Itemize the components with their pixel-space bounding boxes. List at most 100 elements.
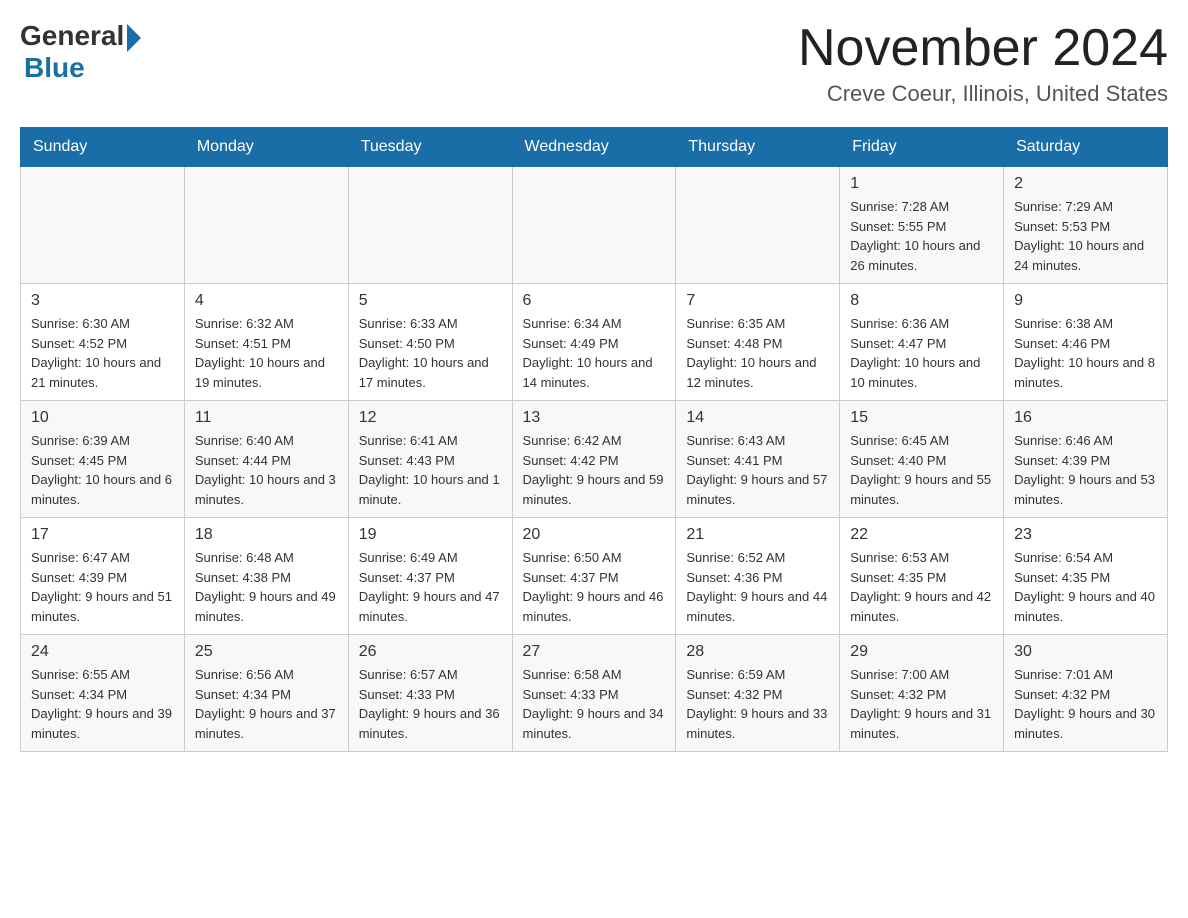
day-number: 13 bbox=[523, 409, 666, 427]
day-number: 24 bbox=[31, 643, 174, 661]
day-number: 3 bbox=[31, 292, 174, 310]
day-number: 15 bbox=[850, 409, 993, 427]
day-number: 20 bbox=[523, 526, 666, 544]
calendar-day-cell bbox=[184, 167, 348, 284]
calendar-week-row: 1 Sunrise: 7:28 AM Sunset: 5:55 PM Daylig… bbox=[21, 167, 1168, 284]
calendar-day-cell: 24 Sunrise: 6:55 AM Sunset: 4:34 PM Dayli… bbox=[21, 635, 185, 752]
day-number: 4 bbox=[195, 292, 338, 310]
calendar-day-cell: 26 Sunrise: 6:57 AM Sunset: 4:33 PM Dayli… bbox=[348, 635, 512, 752]
calendar-day-cell: 5 Sunrise: 6:33 AM Sunset: 4:50 PM Daylig… bbox=[348, 284, 512, 401]
day-info: Sunrise: 6:55 AM Sunset: 4:34 PM Dayligh… bbox=[31, 665, 174, 743]
day-info: Sunrise: 6:58 AM Sunset: 4:33 PM Dayligh… bbox=[523, 665, 666, 743]
calendar-week-row: 3 Sunrise: 6:30 AM Sunset: 4:52 PM Daylig… bbox=[21, 284, 1168, 401]
calendar-week-row: 17 Sunrise: 6:47 AM Sunset: 4:39 PM Dayli… bbox=[21, 518, 1168, 635]
calendar-day-cell: 9Sunrise: 6:38 AM Sunset: 4:46 PM Daylig… bbox=[1004, 284, 1168, 401]
day-number: 17 bbox=[31, 526, 174, 544]
day-of-week-header: Monday bbox=[184, 128, 348, 167]
logo: General Blue bbox=[20, 20, 141, 84]
day-info: Sunrise: 6:40 AM Sunset: 4:44 PM Dayligh… bbox=[195, 431, 338, 509]
day-info: Sunrise: 7:00 AM Sunset: 4:32 PM Dayligh… bbox=[850, 665, 993, 743]
day-info: Sunrise: 6:36 AM Sunset: 4:47 PM Dayligh… bbox=[850, 314, 993, 392]
calendar-day-cell: 29 Sunrise: 7:00 AM Sunset: 4:32 PM Dayli… bbox=[840, 635, 1004, 752]
day-info: Sunrise: 6:50 AM Sunset: 4:37 PM Dayligh… bbox=[523, 548, 666, 626]
logo-arrow-icon bbox=[127, 24, 141, 52]
calendar-day-cell: 18 Sunrise: 6:48 AM Sunset: 4:38 PM Dayli… bbox=[184, 518, 348, 635]
calendar-day-cell: 7 Sunrise: 6:35 AM Sunset: 4:48 PM Daylig… bbox=[676, 284, 840, 401]
calendar-day-cell: 25 Sunrise: 6:56 AM Sunset: 4:34 PM Dayli… bbox=[184, 635, 348, 752]
calendar-day-cell: 12Sunrise: 6:41 AM Sunset: 4:43 PM Dayli… bbox=[348, 401, 512, 518]
day-number: 14 bbox=[686, 409, 829, 427]
day-number: 28 bbox=[686, 643, 829, 661]
day-info: Sunrise: 6:32 AM Sunset: 4:51 PM Dayligh… bbox=[195, 314, 338, 392]
day-info: Sunrise: 6:39 AM Sunset: 4:45 PM Dayligh… bbox=[31, 431, 174, 509]
day-number: 5 bbox=[359, 292, 502, 310]
day-number: 6 bbox=[523, 292, 666, 310]
calendar-day-cell: 10 Sunrise: 6:39 AM Sunset: 4:45 PM Dayli… bbox=[21, 401, 185, 518]
day-number: 21 bbox=[686, 526, 829, 544]
day-info: Sunrise: 6:56 AM Sunset: 4:34 PM Dayligh… bbox=[195, 665, 338, 743]
calendar-week-row: 24 Sunrise: 6:55 AM Sunset: 4:34 PM Dayli… bbox=[21, 635, 1168, 752]
day-number: 19 bbox=[359, 526, 502, 544]
day-info: Sunrise: 6:33 AM Sunset: 4:50 PM Dayligh… bbox=[359, 314, 502, 392]
day-of-week-header: Wednesday bbox=[512, 128, 676, 167]
day-number: 9 bbox=[1014, 292, 1157, 310]
title-area: November 2024 Creve Coeur, Illinois, Uni… bbox=[798, 20, 1168, 107]
day-info: Sunrise: 6:46 AM Sunset: 4:39 PM Dayligh… bbox=[1014, 431, 1157, 509]
day-number: 11 bbox=[195, 409, 338, 427]
month-title: November 2024 bbox=[798, 20, 1168, 77]
day-number: 25 bbox=[195, 643, 338, 661]
day-number: 27 bbox=[523, 643, 666, 661]
day-of-week-header: Sunday bbox=[21, 128, 185, 167]
day-of-week-header: Tuesday bbox=[348, 128, 512, 167]
day-info: Sunrise: 6:49 AM Sunset: 4:37 PM Dayligh… bbox=[359, 548, 502, 626]
calendar-day-cell: 8Sunrise: 6:36 AM Sunset: 4:47 PM Daylig… bbox=[840, 284, 1004, 401]
day-info: Sunrise: 6:34 AM Sunset: 4:49 PM Dayligh… bbox=[523, 314, 666, 392]
day-info: Sunrise: 6:59 AM Sunset: 4:32 PM Dayligh… bbox=[686, 665, 829, 743]
calendar-day-cell: 20 Sunrise: 6:50 AM Sunset: 4:37 PM Dayli… bbox=[512, 518, 676, 635]
day-number: 18 bbox=[195, 526, 338, 544]
day-number: 7 bbox=[686, 292, 829, 310]
calendar-table: SundayMondayTuesdayWednesdayThursdayFrid… bbox=[20, 127, 1168, 752]
calendar-day-cell: 19 Sunrise: 6:49 AM Sunset: 4:37 PM Dayli… bbox=[348, 518, 512, 635]
day-info: Sunrise: 6:54 AM Sunset: 4:35 PM Dayligh… bbox=[1014, 548, 1157, 626]
day-info: Sunrise: 6:48 AM Sunset: 4:38 PM Dayligh… bbox=[195, 548, 338, 626]
day-of-week-header: Friday bbox=[840, 128, 1004, 167]
calendar-day-cell: 1 Sunrise: 7:28 AM Sunset: 5:55 PM Daylig… bbox=[840, 167, 1004, 284]
day-info: Sunrise: 6:35 AM Sunset: 4:48 PM Dayligh… bbox=[686, 314, 829, 392]
day-number: 23 bbox=[1014, 526, 1157, 544]
day-info: Sunrise: 6:45 AM Sunset: 4:40 PM Dayligh… bbox=[850, 431, 993, 509]
calendar-day-cell: 6 Sunrise: 6:34 AM Sunset: 4:49 PM Daylig… bbox=[512, 284, 676, 401]
day-number: 29 bbox=[850, 643, 993, 661]
location-title: Creve Coeur, Illinois, United States bbox=[798, 81, 1168, 107]
day-number: 12 bbox=[359, 409, 502, 427]
calendar-day-cell: 23 Sunrise: 6:54 AM Sunset: 4:35 PM Dayli… bbox=[1004, 518, 1168, 635]
day-info: Sunrise: 6:53 AM Sunset: 4:35 PM Dayligh… bbox=[850, 548, 993, 626]
calendar-day-cell: 11 Sunrise: 6:40 AM Sunset: 4:44 PM Dayli… bbox=[184, 401, 348, 518]
calendar-day-cell: 2Sunrise: 7:29 AM Sunset: 5:53 PM Daylig… bbox=[1004, 167, 1168, 284]
day-number: 10 bbox=[31, 409, 174, 427]
day-info: Sunrise: 6:30 AM Sunset: 4:52 PM Dayligh… bbox=[31, 314, 174, 392]
calendar-day-cell: 16 Sunrise: 6:46 AM Sunset: 4:39 PM Dayli… bbox=[1004, 401, 1168, 518]
day-of-week-header: Thursday bbox=[676, 128, 840, 167]
calendar-day-cell bbox=[676, 167, 840, 284]
calendar-day-cell: 28 Sunrise: 6:59 AM Sunset: 4:32 PM Dayli… bbox=[676, 635, 840, 752]
day-info: Sunrise: 7:28 AM Sunset: 5:55 PM Dayligh… bbox=[850, 197, 993, 275]
day-info: Sunrise: 6:47 AM Sunset: 4:39 PM Dayligh… bbox=[31, 548, 174, 626]
calendar-day-cell: 30Sunrise: 7:01 AM Sunset: 4:32 PM Dayli… bbox=[1004, 635, 1168, 752]
calendar-day-cell: 3 Sunrise: 6:30 AM Sunset: 4:52 PM Daylig… bbox=[21, 284, 185, 401]
calendar-day-cell: 15 Sunrise: 6:45 AM Sunset: 4:40 PM Dayli… bbox=[840, 401, 1004, 518]
day-info: Sunrise: 6:43 AM Sunset: 4:41 PM Dayligh… bbox=[686, 431, 829, 509]
calendar-day-cell: 4 Sunrise: 6:32 AM Sunset: 4:51 PM Daylig… bbox=[184, 284, 348, 401]
logo-general-text: General bbox=[20, 20, 124, 52]
calendar-day-cell: 21Sunrise: 6:52 AM Sunset: 4:36 PM Dayli… bbox=[676, 518, 840, 635]
day-info: Sunrise: 7:01 AM Sunset: 4:32 PM Dayligh… bbox=[1014, 665, 1157, 743]
day-number: 2 bbox=[1014, 175, 1157, 193]
day-info: Sunrise: 6:57 AM Sunset: 4:33 PM Dayligh… bbox=[359, 665, 502, 743]
day-number: 16 bbox=[1014, 409, 1157, 427]
calendar-day-cell bbox=[348, 167, 512, 284]
day-number: 26 bbox=[359, 643, 502, 661]
day-number: 1 bbox=[850, 175, 993, 193]
logo-blue-text: Blue bbox=[24, 52, 85, 84]
calendar-header-row: SundayMondayTuesdayWednesdayThursdayFrid… bbox=[21, 128, 1168, 167]
day-number: 22 bbox=[850, 526, 993, 544]
